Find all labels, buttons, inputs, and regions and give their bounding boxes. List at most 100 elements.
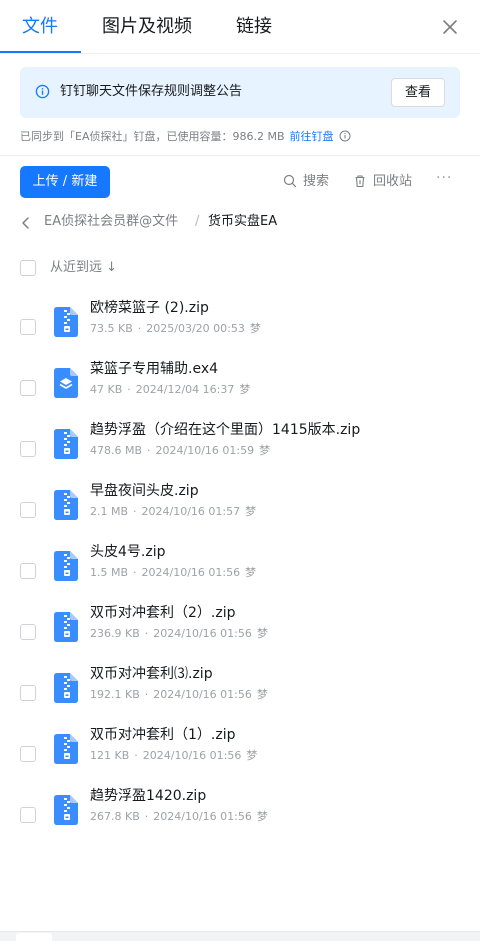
zip-icon bbox=[54, 795, 78, 825]
meta-separator: · bbox=[133, 566, 137, 579]
tab-images-videos[interactable]: 图片及视频 bbox=[102, 15, 192, 39]
breadcrumb-parent[interactable]: EA侦探社会员群@文件 bbox=[44, 212, 178, 232]
file-meta: 1.5 MB · 2024/10/16 01:56 梦 bbox=[90, 565, 256, 581]
file-checkbox[interactable] bbox=[20, 807, 36, 823]
file-name[interactable]: 菜篮子专用辅助.ex4 bbox=[90, 359, 218, 379]
breadcrumb-current: 货币实盘EA bbox=[208, 214, 278, 229]
active-tab-indicator bbox=[0, 51, 81, 53]
breadcrumb-separator: / bbox=[195, 214, 200, 229]
file-checkbox[interactable] bbox=[20, 502, 36, 518]
file-row[interactable]: 双币对冲套利（2）.zip 236.9 KB · 2024/10/16 01:56 梦 bbox=[0, 603, 480, 664]
file-size: 236.9 KB bbox=[90, 627, 140, 640]
help-info-icon[interactable] bbox=[339, 130, 351, 142]
file-checkbox[interactable] bbox=[20, 441, 36, 457]
file-owner: 梦 bbox=[256, 688, 268, 701]
file-date: 2024/10/16 01:56 bbox=[153, 810, 252, 823]
file-name[interactable]: 趋势浮盈1420.zip bbox=[90, 786, 206, 806]
file-size: 1.5 MB bbox=[90, 566, 129, 579]
file-checkbox[interactable] bbox=[20, 380, 36, 396]
file-meta: 73.5 KB · 2025/03/20 00:53 梦 bbox=[90, 321, 261, 337]
bottom-tab bbox=[16, 933, 52, 941]
file-meta: 192.1 KB · 2024/10/16 01:56 梦 bbox=[90, 687, 268, 703]
file-meta: 47 KB · 2024/12/04 16:37 梦 bbox=[90, 382, 250, 398]
file-checkbox[interactable] bbox=[20, 563, 36, 579]
file-size: 47 KB bbox=[90, 383, 123, 396]
file-name[interactable]: 早盘夜间头皮.zip bbox=[90, 481, 199, 501]
meta-separator: · bbox=[133, 505, 137, 518]
recycle-bin-icon bbox=[355, 175, 365, 188]
file-owner: 梦 bbox=[249, 322, 261, 335]
file-name[interactable]: 双币对冲套利（1）.zip bbox=[90, 725, 235, 745]
file-checkbox[interactable] bbox=[20, 746, 36, 762]
file-date: 2024/10/16 01:56 bbox=[153, 627, 252, 640]
file-name[interactable]: 双币对冲套利⑶.zip bbox=[90, 664, 213, 684]
ex4-icon bbox=[54, 368, 78, 398]
file-owner: 梦 bbox=[246, 749, 258, 762]
recycle-bin-label: 回收站 bbox=[373, 174, 413, 189]
file-date: 2025/03/20 00:53 bbox=[146, 322, 245, 335]
go-to-drive-link[interactable]: 前往钉盘 bbox=[290, 130, 334, 143]
zip-icon bbox=[54, 612, 78, 642]
file-row[interactable]: 欧榜菜篮子 (2).zip 73.5 KB · 2025/03/20 00:53 梦 bbox=[0, 298, 480, 359]
select-all-checkbox[interactable] bbox=[20, 260, 36, 276]
info-icon bbox=[35, 84, 50, 99]
file-owner: 梦 bbox=[245, 505, 257, 518]
file-date: 2024/10/16 01:57 bbox=[141, 505, 241, 518]
upload-new-button[interactable]: 上传 / 新建 bbox=[20, 166, 110, 198]
file-checkbox[interactable] bbox=[20, 685, 36, 701]
notice-banner: 钉钉聊天文件保存规则调整公告 查看 bbox=[20, 67, 460, 118]
zip-icon bbox=[54, 673, 78, 703]
file-name[interactable]: 头皮4号.zip bbox=[90, 542, 165, 562]
file-row[interactable]: 菜篮子专用辅助.ex4 47 KB · 2024/12/04 16:37 梦 bbox=[0, 359, 480, 420]
file-row[interactable]: 趋势浮盈1420.zip 267.8 KB · 2024/10/16 01:56 梦 bbox=[0, 786, 480, 847]
tab-bar: 文件 图片及视频 链接 bbox=[0, 0, 480, 54]
search-label: 搜索 bbox=[303, 174, 330, 189]
file-name[interactable]: 欧榜菜篮子 (2).zip bbox=[90, 298, 209, 318]
sync-status-text: 已同步到「EA侦探社」钉盘，已使用容量：986.2 MB bbox=[20, 130, 285, 143]
more-options-button[interactable]: ··· bbox=[436, 170, 452, 186]
file-name[interactable]: 双币对冲套利（2）.zip bbox=[90, 603, 235, 623]
notice-view-button[interactable]: 查看 bbox=[391, 78, 445, 107]
file-date: 2024/10/16 01:56 bbox=[153, 688, 252, 701]
tab-links[interactable]: 链接 bbox=[236, 15, 272, 39]
file-row[interactable]: 双币对冲套利⑶.zip 192.1 KB · 2024/10/16 01:56 梦 bbox=[0, 664, 480, 725]
file-owner: 梦 bbox=[245, 566, 257, 579]
sync-status: 已同步到「EA侦探社」钉盘，已使用容量：986.2 MB 前往钉盘 bbox=[20, 129, 351, 145]
recycle-bin-button[interactable]: 回收站 bbox=[353, 173, 412, 191]
meta-separator: · bbox=[134, 749, 138, 762]
file-meta: 121 KB · 2024/10/16 01:56 梦 bbox=[90, 748, 257, 764]
file-meta: 236.9 KB · 2024/10/16 01:56 梦 bbox=[90, 626, 268, 642]
meta-separator: · bbox=[147, 444, 151, 457]
meta-separator: · bbox=[144, 688, 149, 701]
zip-icon bbox=[54, 429, 78, 459]
file-date: 2024/10/16 01:56 bbox=[141, 566, 241, 579]
file-owner: 梦 bbox=[259, 444, 271, 457]
file-meta: 478.6 MB · 2024/10/16 01:59 梦 bbox=[90, 443, 270, 459]
sort-order-toggle[interactable]: 从近到远 ↓ bbox=[50, 258, 117, 278]
zip-icon bbox=[54, 490, 78, 520]
file-size: 478.6 MB bbox=[90, 444, 143, 457]
file-checkbox[interactable] bbox=[20, 319, 36, 335]
file-date: 2024/10/16 01:59 bbox=[155, 444, 255, 457]
file-row[interactable]: 趋势浮盈（介绍在这个里面）1415版本.zip 478.6 MB · 2024/10/… bbox=[0, 420, 480, 481]
back-chevron-icon[interactable] bbox=[20, 215, 32, 231]
file-checkbox[interactable] bbox=[20, 624, 36, 640]
file-row[interactable]: 早盘夜间头皮.zip 2.1 MB · 2024/10/16 01:57 梦 bbox=[0, 481, 480, 542]
file-row[interactable]: 头皮4号.zip 1.5 MB · 2024/10/16 01:56 梦 bbox=[0, 542, 480, 603]
meta-separator: · bbox=[144, 810, 149, 823]
file-owner: 梦 bbox=[256, 627, 268, 640]
file-row[interactable]: 双币对冲套利（1）.zip 121 KB · 2024/10/16 01:56 梦 bbox=[0, 725, 480, 786]
file-size: 2.1 MB bbox=[90, 505, 129, 518]
meta-separator: · bbox=[144, 627, 149, 640]
file-size: 267.8 KB bbox=[90, 810, 140, 823]
close-icon[interactable] bbox=[440, 17, 460, 37]
search-icon bbox=[283, 174, 297, 188]
bottom-bar bbox=[0, 931, 480, 941]
file-meta: 2.1 MB · 2024/10/16 01:57 梦 bbox=[90, 504, 256, 520]
notice-text: 钉钉聊天文件保存规则调整公告 bbox=[60, 84, 243, 99]
file-name[interactable]: 趋势浮盈（介绍在这个里面）1415版本.zip bbox=[90, 420, 360, 440]
zip-icon bbox=[54, 734, 78, 764]
tab-files[interactable]: 文件 bbox=[22, 15, 58, 39]
search-button[interactable]: 搜索 bbox=[283, 173, 329, 191]
file-owner: 梦 bbox=[256, 810, 268, 823]
